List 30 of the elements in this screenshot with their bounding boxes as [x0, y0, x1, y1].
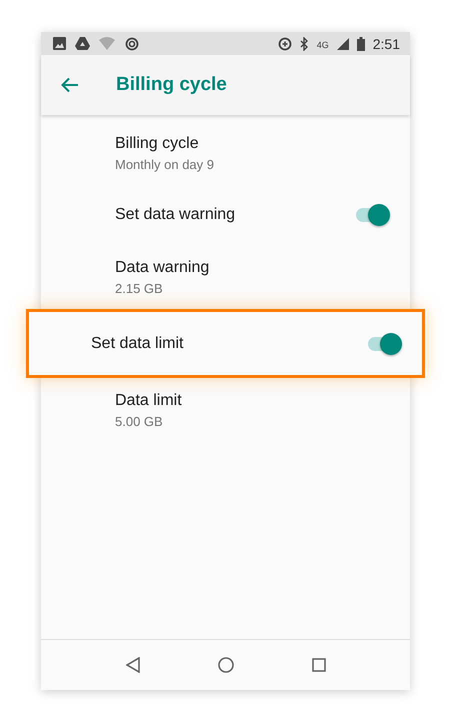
recents-icon[interactable]	[312, 658, 326, 672]
wifi-icon	[99, 37, 116, 50]
toggle-switch[interactable]	[354, 204, 390, 226]
back-arrow-icon[interactable]	[61, 77, 79, 93]
battery-icon	[356, 36, 365, 50]
data-saver-icon	[278, 36, 292, 50]
back-icon[interactable]	[126, 657, 140, 673]
switch-setting-row[interactable]: Set data warning	[41, 185, 410, 245]
home-icon[interactable]	[218, 657, 234, 673]
circle-icon	[125, 36, 139, 50]
setting-title: Data limit	[115, 392, 183, 410]
image-icon	[53, 37, 66, 50]
clock: 2:51	[372, 36, 400, 52]
drive-icon	[75, 37, 90, 50]
setting-summary: Monthly on day 9	[115, 156, 216, 172]
network-label: 4G	[316, 40, 329, 50]
screen-title: Billing cycle	[116, 74, 227, 96]
toggle-switch[interactable]	[366, 332, 402, 354]
setting-item[interactable]: Data warning 2.15 GB	[41, 245, 410, 309]
setting-title: Set data limit	[91, 334, 184, 352]
setting-item[interactable]: Billing cycle Monthly on day 9	[41, 121, 410, 185]
setting-summary: 5.00 GB	[115, 414, 164, 428]
bluetooth-icon	[300, 36, 309, 50]
setting-title: Set data warning	[115, 206, 236, 224]
setting-title: Data warning	[115, 258, 210, 276]
setting-summary: 2.15 GB	[115, 280, 164, 296]
highlighted-setting-row[interactable]: Set data limit	[26, 309, 425, 378]
setting-title: Billing cycle	[115, 134, 200, 152]
signal-icon	[336, 38, 349, 50]
setting-item[interactable]: Data limit 5.00 GB	[41, 378, 410, 442]
